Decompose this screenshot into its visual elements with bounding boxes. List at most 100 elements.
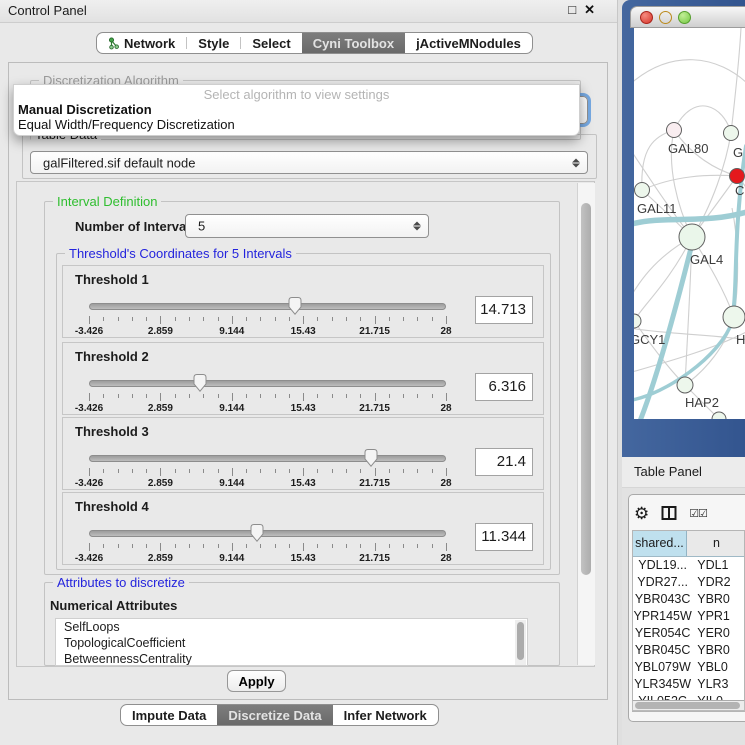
popup-option-equal-width-frequency[interactable]: Equal Width/Frequency Discretization xyxy=(14,117,579,132)
top-tab-jactivemnodules[interactable]: jActiveMNodules xyxy=(405,33,532,53)
network-edge xyxy=(685,317,734,385)
attribute-items: SelfLoopsTopologicalCoefficientBetweenne… xyxy=(56,619,527,666)
node-label-gal4: GAL4 xyxy=(690,252,723,267)
threshold-slider[interactable]: -3.4262.8599.14415.4321.71528 xyxy=(89,452,446,490)
tab-label: Style xyxy=(198,36,229,51)
apply-button[interactable]: Apply xyxy=(227,670,286,692)
threshold-slider[interactable]: -3.4262.8599.14415.4321.71528 xyxy=(89,527,446,565)
threshold-label: Threshold 2 xyxy=(75,349,149,364)
network-node[interactable] xyxy=(724,126,739,141)
top-tab-network[interactable]: Network xyxy=(97,33,186,53)
network-canvas[interactable]: GAL80GCGAL11GAL4GCY1HHAP2 xyxy=(634,28,745,419)
node-label-gal11: GAL11 xyxy=(637,201,677,216)
node-label-gal80: GAL80 xyxy=(668,141,708,156)
table-row[interactable]: YBR043CYBR0 xyxy=(633,591,744,608)
slider-ticks xyxy=(89,393,446,401)
group-title: Interval Definition xyxy=(53,194,161,209)
close-traffic-light-icon[interactable] xyxy=(640,11,653,24)
control-panel-window: Control Panel □✕ Network Style Select Cyni … xyxy=(0,0,618,745)
list-scrollbar[interactable] xyxy=(515,620,526,666)
threshold-slider[interactable]: -3.4262.8599.14415.4321.71528 xyxy=(89,300,446,338)
top-tab-style[interactable]: Style xyxy=(187,33,240,53)
slider-thumb[interactable] xyxy=(249,523,265,543)
table-row[interactable]: YER054CYER0 xyxy=(633,625,744,642)
slider-axis-labels: -3.4262.8599.14415.4321.71528 xyxy=(89,553,446,564)
split-view-icon[interactable] xyxy=(661,505,677,521)
cell-name: YER0 xyxy=(692,625,744,642)
cell-name: YDR2 xyxy=(692,574,744,591)
popup-option-manual-discretization[interactable]: Manual Discretization xyxy=(14,102,579,117)
slider-ticks xyxy=(89,316,446,324)
cell-shared-name: YER054C xyxy=(633,625,692,642)
settings-vertical-scrollbar[interactable] xyxy=(577,183,595,665)
slider-thumb[interactable] xyxy=(363,448,379,468)
table-row[interactable]: YDR27...YDR2 xyxy=(633,574,744,591)
threshold-label: Threshold 4 xyxy=(75,499,149,514)
combo-arrows-icon xyxy=(572,158,580,167)
slider-thumb[interactable] xyxy=(192,373,208,393)
number-of-intervals-combobox[interactable]: 5 xyxy=(185,214,429,238)
bottom-tab-discretize-data[interactable]: Discretize Data xyxy=(217,705,332,725)
table-row[interactable]: YBR045CYBR0 xyxy=(633,642,744,659)
gear-icon[interactable]: ⚙ xyxy=(634,505,649,522)
cell-shared-name: YBR043C xyxy=(633,591,692,608)
minimize-traffic-light-icon[interactable] xyxy=(659,11,672,24)
column-header-shared-name[interactable]: shared... xyxy=(633,531,687,556)
bottom-tab-infer-network[interactable]: Infer Network xyxy=(333,705,438,725)
table-row[interactable]: YBL079WYBL0 xyxy=(633,659,744,676)
network-node[interactable] xyxy=(635,183,650,198)
checkbox-columns-icon[interactable]: ☑☑ xyxy=(689,507,707,520)
column-header-name[interactable]: n xyxy=(687,531,744,556)
combo-value: 5 xyxy=(198,219,205,234)
threshold-slider[interactable]: -3.4262.8599.14415.4321.71528 xyxy=(89,377,446,415)
attribute-item-topologicalcoefficient[interactable]: TopologicalCoefficient xyxy=(56,635,527,651)
threshold-value-field[interactable]: 6.316 xyxy=(475,373,533,401)
tab-label: Infer Network xyxy=(344,708,427,723)
slider-track[interactable] xyxy=(89,455,446,462)
threshold-value-field[interactable]: 21.4 xyxy=(475,448,533,476)
table-row[interactable]: YDL19...YDL1 xyxy=(633,557,744,574)
network-node[interactable] xyxy=(679,224,705,250)
numerical-attributes-list: SelfLoopsTopologicalCoefficientBetweenne… xyxy=(55,618,528,666)
threshold-value-field[interactable]: 11.344 xyxy=(475,523,533,551)
slider-track[interactable] xyxy=(89,530,446,537)
bottom-tab-impute-data[interactable]: Impute Data xyxy=(121,705,217,725)
network-window-titlebar[interactable] xyxy=(630,6,745,28)
network-node[interactable] xyxy=(677,377,693,393)
close-icon[interactable]: ✕ xyxy=(584,2,603,17)
network-node[interactable] xyxy=(667,123,682,138)
zoom-traffic-light-icon[interactable] xyxy=(678,11,691,24)
scrollbar-thumb[interactable] xyxy=(517,622,524,660)
cell-shared-name: YLR345W xyxy=(633,676,692,693)
node-label-h: H xyxy=(736,332,745,347)
network-node[interactable] xyxy=(712,412,726,419)
tab-label: Network xyxy=(124,36,175,51)
tab-label: Select xyxy=(252,36,290,51)
cell-shared-name: YBL079W xyxy=(633,659,692,676)
cell-name: YLR3 xyxy=(692,676,744,693)
top-tab-select[interactable]: Select xyxy=(241,33,301,53)
scrollbar-thumb[interactable] xyxy=(635,702,740,709)
cell-name: YPR1 xyxy=(692,608,744,625)
attribute-item-selfloops[interactable]: SelfLoops xyxy=(56,619,527,635)
network-node[interactable] xyxy=(634,314,641,328)
scrollbar-thumb[interactable] xyxy=(581,203,591,575)
network-node[interactable] xyxy=(723,306,745,328)
control-panel-titlebar: Control Panel □✕ xyxy=(0,0,617,23)
slider-track[interactable] xyxy=(89,380,446,387)
slider-thumb[interactable] xyxy=(287,296,303,316)
table-row[interactable]: YLR345WYLR3 xyxy=(633,676,744,693)
top-tab-cyni-toolbox[interactable]: Cyni Toolbox xyxy=(302,33,405,53)
group-title: Threshold's Coordinates for 5 Intervals xyxy=(65,246,296,261)
table-data-combobox[interactable]: galFiltered.sif default node xyxy=(30,151,588,174)
combo-value: galFiltered.sif default node xyxy=(43,155,195,170)
table-rows: YDL19...YDL1YDR27...YDR2YBR043CYBR0YPR14… xyxy=(633,557,744,710)
slider-track[interactable] xyxy=(89,303,446,310)
node-label-hap2: HAP2 xyxy=(685,395,719,410)
table-row[interactable]: YPR145WYPR1 xyxy=(633,608,744,625)
attribute-item-betweennesscentrality[interactable]: BetweennessCentrality xyxy=(56,651,527,666)
threshold-value-field[interactable]: 14.713 xyxy=(475,296,533,324)
network-node[interactable] xyxy=(730,169,745,184)
float-window-icon[interactable]: □ xyxy=(568,2,584,17)
table-horizontal-scrollbar[interactable] xyxy=(632,700,745,711)
